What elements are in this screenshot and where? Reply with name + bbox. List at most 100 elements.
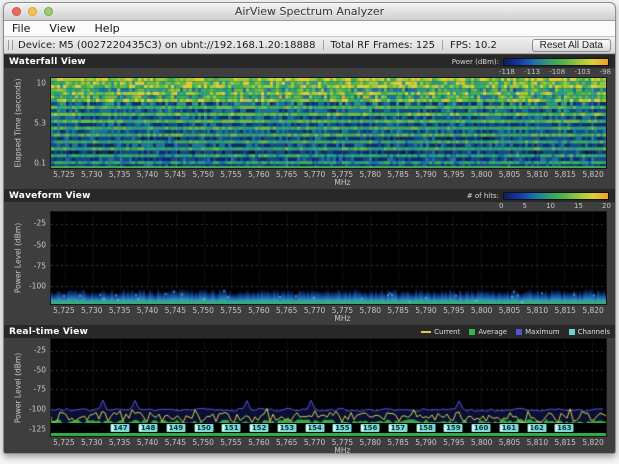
zoom-button[interactable] [44, 7, 53, 16]
realtime-section: Real-time View CurrentAverageMaximumChan… [4, 325, 615, 453]
average-swatch-icon [469, 329, 475, 335]
waveform-y-label: Power Level (dBm) [14, 223, 23, 293]
x-tick-label: 5,745 [165, 438, 186, 447]
x-tick-label: 5,795 [443, 306, 464, 315]
x-tick-label: 5,750 [192, 438, 213, 447]
legend-average: Average [469, 328, 507, 336]
power-colorbar-gradient [503, 58, 609, 66]
x-tick-label: 5,780 [360, 170, 381, 179]
x-tick-label: 5,765 [276, 438, 297, 447]
colorbar-tick-label: 0 [499, 202, 503, 211]
realtime-title: Real-time View [9, 327, 88, 337]
channel-badge: 149 [166, 424, 185, 432]
x-tick-label: 5,780 [360, 306, 381, 315]
channel-badge: 158 [416, 424, 435, 432]
x-axis-unit-label: MHz [334, 446, 350, 453]
x-tick-label: 5,765 [276, 306, 297, 315]
channel-badge: 156 [361, 424, 380, 432]
power-colorbar-label: Power (dBm): [452, 58, 499, 66]
y-tick-label: -75 [34, 261, 46, 270]
y-tick-label: -100 [29, 405, 46, 414]
colorbar-tick-label: 5 [523, 202, 527, 211]
realtime-legend: CurrentAverageMaximumChannels [421, 328, 610, 336]
channel-badge: 155 [333, 424, 352, 432]
realtime-y-axis: Power Level (dBm) -25-50-75-100-125 [4, 338, 50, 437]
waveform-title: Waveform View [9, 191, 91, 201]
waterfall-header: Waterfall View Power (dBm): [4, 55, 615, 68]
x-tick-label: 5,725 [53, 306, 74, 315]
app-window: AirView Spectrum Analyzer FileViewHelp D… [3, 2, 616, 454]
minimize-button[interactable] [28, 7, 37, 16]
x-tick-label: 5,800 [471, 438, 492, 447]
y-tick-label: -25 [34, 345, 46, 354]
waterfall-section: Waterfall View Power (dBm): -118-113-108… [4, 55, 615, 187]
x-tick-label: 5,820 [582, 170, 603, 179]
realtime-x-axis: 5,7255,7305,7355,7405,7455,7505,7555,760… [50, 437, 607, 453]
channel-badge: 150 [194, 424, 213, 432]
x-tick-label: 5,760 [248, 306, 269, 315]
x-tick-label: 5,815 [554, 170, 575, 179]
waterfall-y-axis: Elapsed Time (seconds) 105.30.1 [4, 77, 50, 169]
separator [442, 40, 443, 50]
maximum-swatch-icon [516, 329, 522, 335]
separator [323, 40, 324, 50]
y-tick-label: -50 [34, 365, 46, 374]
legend-label: Maximum [525, 328, 560, 336]
reset-all-data-button[interactable]: Reset All Data [532, 39, 611, 52]
realtime-plot[interactable]: 1471481491501511521531541551561571581591… [50, 338, 607, 437]
y-tick-label: 0.1 [34, 158, 46, 167]
x-tick-label: 5,740 [137, 438, 158, 447]
power-colorbar-ticks: -118-113-108-103-98 [4, 68, 615, 77]
y-tick-label: 10 [36, 79, 46, 88]
hits-colorbar-label: # of hits: [467, 192, 499, 200]
x-tick-label: 5,745 [165, 306, 186, 315]
channel-badge: 147 [111, 424, 130, 432]
waveform-plot[interactable] [50, 211, 607, 305]
x-axis-unit-label: MHz [334, 178, 350, 187]
x-tick-label: 5,755 [220, 306, 241, 315]
x-tick-label: 5,800 [471, 170, 492, 179]
colorbar-tick-label: -118 [499, 68, 515, 77]
x-tick-label: 5,810 [527, 306, 548, 315]
realtime-y-label: Power Level (dBm) [14, 352, 23, 422]
window-controls [12, 7, 53, 16]
realtime-channels-strip: 1471481491501511521531541551561571581591… [51, 423, 606, 433]
close-button[interactable] [12, 7, 21, 16]
colorbar-tick-label: -108 [549, 68, 565, 77]
x-tick-label: 5,730 [81, 438, 102, 447]
x-axis-unit-label: MHz [334, 314, 350, 323]
x-tick-label: 5,770 [304, 306, 325, 315]
waveform-header: Waveform View # of hits: [4, 189, 615, 202]
x-tick-label: 5,750 [192, 170, 213, 179]
waterfall-plot[interactable] [50, 77, 607, 169]
hits-colorbar-gradient [503, 192, 609, 200]
x-tick-label: 5,755 [220, 170, 241, 179]
x-tick-label: 5,740 [137, 306, 158, 315]
channel-badge: 148 [139, 424, 158, 432]
window-title: AirView Spectrum Analyzer [235, 5, 384, 18]
x-tick-label: 5,800 [471, 306, 492, 315]
x-tick-label: 5,790 [415, 170, 436, 179]
menu-view[interactable]: View [49, 22, 75, 35]
menu-file[interactable]: File [12, 22, 30, 35]
colorbar-tick-label: 20 [602, 202, 611, 211]
x-tick-label: 5,785 [387, 170, 408, 179]
x-tick-label: 5,760 [248, 438, 269, 447]
realtime-header: Real-time View CurrentAverageMaximumChan… [4, 325, 615, 338]
menu-help[interactable]: Help [95, 22, 120, 35]
waterfall-x-axis: 5,7255,7305,7355,7405,7455,7505,7555,760… [50, 169, 607, 187]
colorbar-tick-label: 10 [546, 202, 555, 211]
main-content: Waterfall View Power (dBm): -118-113-108… [4, 54, 615, 453]
x-tick-label: 5,765 [276, 170, 297, 179]
x-tick-label: 5,735 [109, 306, 130, 315]
channel-badge: 152 [250, 424, 269, 432]
x-tick-label: 5,810 [527, 438, 548, 447]
channel-badge: 151 [222, 424, 241, 432]
fps-status: FPS: 10.2 [450, 40, 497, 51]
title-bar[interactable]: AirView Spectrum Analyzer [4, 3, 615, 21]
x-tick-label: 5,755 [220, 438, 241, 447]
channel-badge: 162 [527, 424, 546, 432]
x-tick-label: 5,730 [81, 306, 102, 315]
toolbar-grip-icon [8, 40, 13, 50]
y-tick-label: -25 [34, 219, 46, 228]
